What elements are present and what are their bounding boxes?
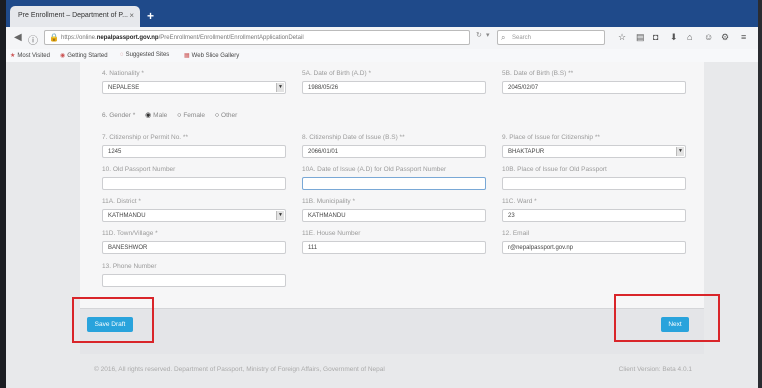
email-label: 12. Email bbox=[502, 230, 530, 237]
version-text: Client Version: Beta 4.0.1 bbox=[618, 366, 692, 373]
highlight-box-save bbox=[72, 297, 154, 343]
bookmark-web-slice-gallery[interactable]: ▦ Web Slice Gallery bbox=[184, 52, 239, 59]
right-border bbox=[758, 0, 762, 388]
gender-male-radio[interactable]: ◉ Male bbox=[145, 111, 167, 119]
old-passport-place-label: 10B. Place of Issue for Old Passport bbox=[502, 166, 607, 173]
star-icon: ★ bbox=[10, 53, 16, 59]
bookmark-star-icon[interactable]: ☆ bbox=[618, 32, 626, 43]
chevron-down-icon: ▼ bbox=[276, 211, 284, 220]
menu-icon[interactable]: ≡ bbox=[741, 32, 746, 42]
page-footer: © 2016, All rights reserved. Department … bbox=[80, 354, 704, 384]
chat-icon[interactable]: ☺ bbox=[704, 32, 713, 42]
citizenship-no-field[interactable]: 1245 bbox=[102, 145, 286, 158]
municipality-label: 11B. Municipality * bbox=[302, 198, 355, 205]
phone-field[interactable] bbox=[102, 274, 286, 287]
form-action-bar bbox=[80, 308, 704, 354]
house-no-field[interactable]: 111 bbox=[302, 241, 486, 254]
url-domain: nepalpassport.gov.np bbox=[96, 35, 159, 41]
dob-bs-field[interactable]: 2045/02/07 bbox=[502, 81, 686, 94]
close-tab-icon[interactable]: × bbox=[129, 11, 134, 20]
pocket-icon[interactable]: ◘ bbox=[653, 32, 658, 42]
ward-field[interactable]: 23 bbox=[502, 209, 686, 222]
old-passport-field[interactable] bbox=[102, 177, 286, 190]
highlight-box-next bbox=[614, 294, 720, 342]
back-icon[interactable]: ◀ bbox=[14, 32, 22, 43]
nationality-select[interactable]: NEPALESE ▼ bbox=[102, 81, 286, 94]
home-icon[interactable]: ⌂ bbox=[687, 32, 692, 42]
district-label: 11A. District * bbox=[102, 198, 141, 205]
copyright-text: © 2016, All rights reserved. Department … bbox=[94, 366, 385, 373]
citizenship-date-field[interactable]: 2066/01/01 bbox=[302, 145, 486, 158]
addon-icon[interactable]: ⚙ bbox=[721, 32, 729, 43]
reload-icon[interactable]: ↻ bbox=[476, 31, 482, 39]
bookmarks-bar: ★ Most Visited ◉ Getting Started ◌ Suggeste… bbox=[6, 49, 758, 63]
browser-nav-bar: ◀ ⓘ 🔒 https://online.nepalpassport.gov.n… bbox=[6, 27, 758, 50]
municipality-field[interactable]: KATHMANDU bbox=[302, 209, 486, 222]
url-prefix: https://online. bbox=[61, 35, 97, 41]
chevron-down-icon: ▼ bbox=[276, 83, 284, 92]
town-label: 11D. Town/Village * bbox=[102, 230, 158, 237]
nationality-label: 4. Nationality * bbox=[102, 70, 144, 77]
browser-tab[interactable]: Pre Enrollment – Department of P... × bbox=[10, 6, 140, 27]
browser-tab-bar: Pre Enrollment – Department of P... × + bbox=[6, 0, 758, 27]
old-passport-place-field[interactable] bbox=[502, 177, 686, 190]
gender-other-radio[interactable]: ○ Other bbox=[215, 112, 238, 119]
old-passport-label: 10. Old Passport Number bbox=[102, 166, 176, 173]
slice-icon: ▦ bbox=[184, 53, 190, 59]
search-placeholder: Search bbox=[512, 35, 532, 41]
dob-ad-label: 5A. Date of Birth (A.D) * bbox=[302, 70, 371, 77]
gender-female-radio[interactable]: ○ Female bbox=[177, 112, 205, 119]
email-field[interactable]: r@nepalpassport.gov.np bbox=[502, 241, 686, 254]
chevron-down-icon: ▼ bbox=[676, 147, 684, 156]
gender-label: 6. Gender * bbox=[102, 112, 136, 119]
old-passport-date-field[interactable] bbox=[302, 177, 486, 190]
gender-group: 6. Gender * ◉ Male ○ Female ○ Other bbox=[102, 111, 237, 119]
search-input[interactable]: ⌕ Search bbox=[497, 30, 605, 45]
tab-title: Pre Enrollment – Department of P... bbox=[18, 12, 128, 19]
bookmark-getting-started[interactable]: ◉ Getting Started bbox=[60, 52, 108, 59]
bookmark-suggested-sites[interactable]: ◌ Suggested Sites bbox=[120, 52, 169, 58]
phone-label: 13. Phone Number bbox=[102, 263, 157, 270]
citizenship-date-label: 8. Citizenship Date of Issue (B.S) ** bbox=[302, 134, 405, 141]
district-select[interactable]: KATHMANDU ▼ bbox=[102, 209, 286, 222]
lock-icon: 🔒 bbox=[49, 33, 59, 42]
firefox-icon: ◉ bbox=[60, 53, 66, 59]
dropdown-icon[interactable]: ▾ bbox=[486, 31, 490, 39]
citizenship-no-label: 7. Citizenship or Permit No. ** bbox=[102, 134, 188, 141]
town-field[interactable]: BANESHWOR bbox=[102, 241, 286, 254]
identity-icon[interactable]: ⓘ bbox=[28, 32, 38, 47]
dob-bs-label: 5B. Date of Birth (B.S) ** bbox=[502, 70, 574, 77]
library-icon[interactable]: ▤ bbox=[636, 32, 645, 43]
bookmark-most-visited[interactable]: ★ Most Visited bbox=[10, 52, 50, 59]
new-tab-icon[interactable]: + bbox=[147, 9, 154, 23]
search-icon: ⌕ bbox=[501, 33, 506, 42]
old-passport-date-label: 10A. Date of Issue (A.D) for Old Passpor… bbox=[302, 166, 447, 173]
download-icon[interactable]: ⬇ bbox=[670, 32, 678, 43]
citizenship-place-label: 9. Place of Issue for Citizenship ** bbox=[502, 134, 600, 141]
url-bar[interactable]: 🔒 https://online.nepalpassport.gov.np/Pr… bbox=[44, 30, 470, 45]
house-no-label: 11E. House Number bbox=[302, 230, 361, 237]
page-content: 4. Nationality * NEPALESE ▼ 5A. Date of B… bbox=[6, 62, 758, 388]
dob-ad-field[interactable]: 1988/05/26 bbox=[302, 81, 486, 94]
citizenship-place-select[interactable]: BHAKTAPUR ▼ bbox=[502, 145, 686, 158]
ward-label: 11C. Ward * bbox=[502, 198, 537, 205]
ie-icon: ◌ bbox=[120, 52, 124, 58]
url-path: /PreEnrollment/Enrollment/EnrollmentAppl… bbox=[158, 35, 304, 41]
